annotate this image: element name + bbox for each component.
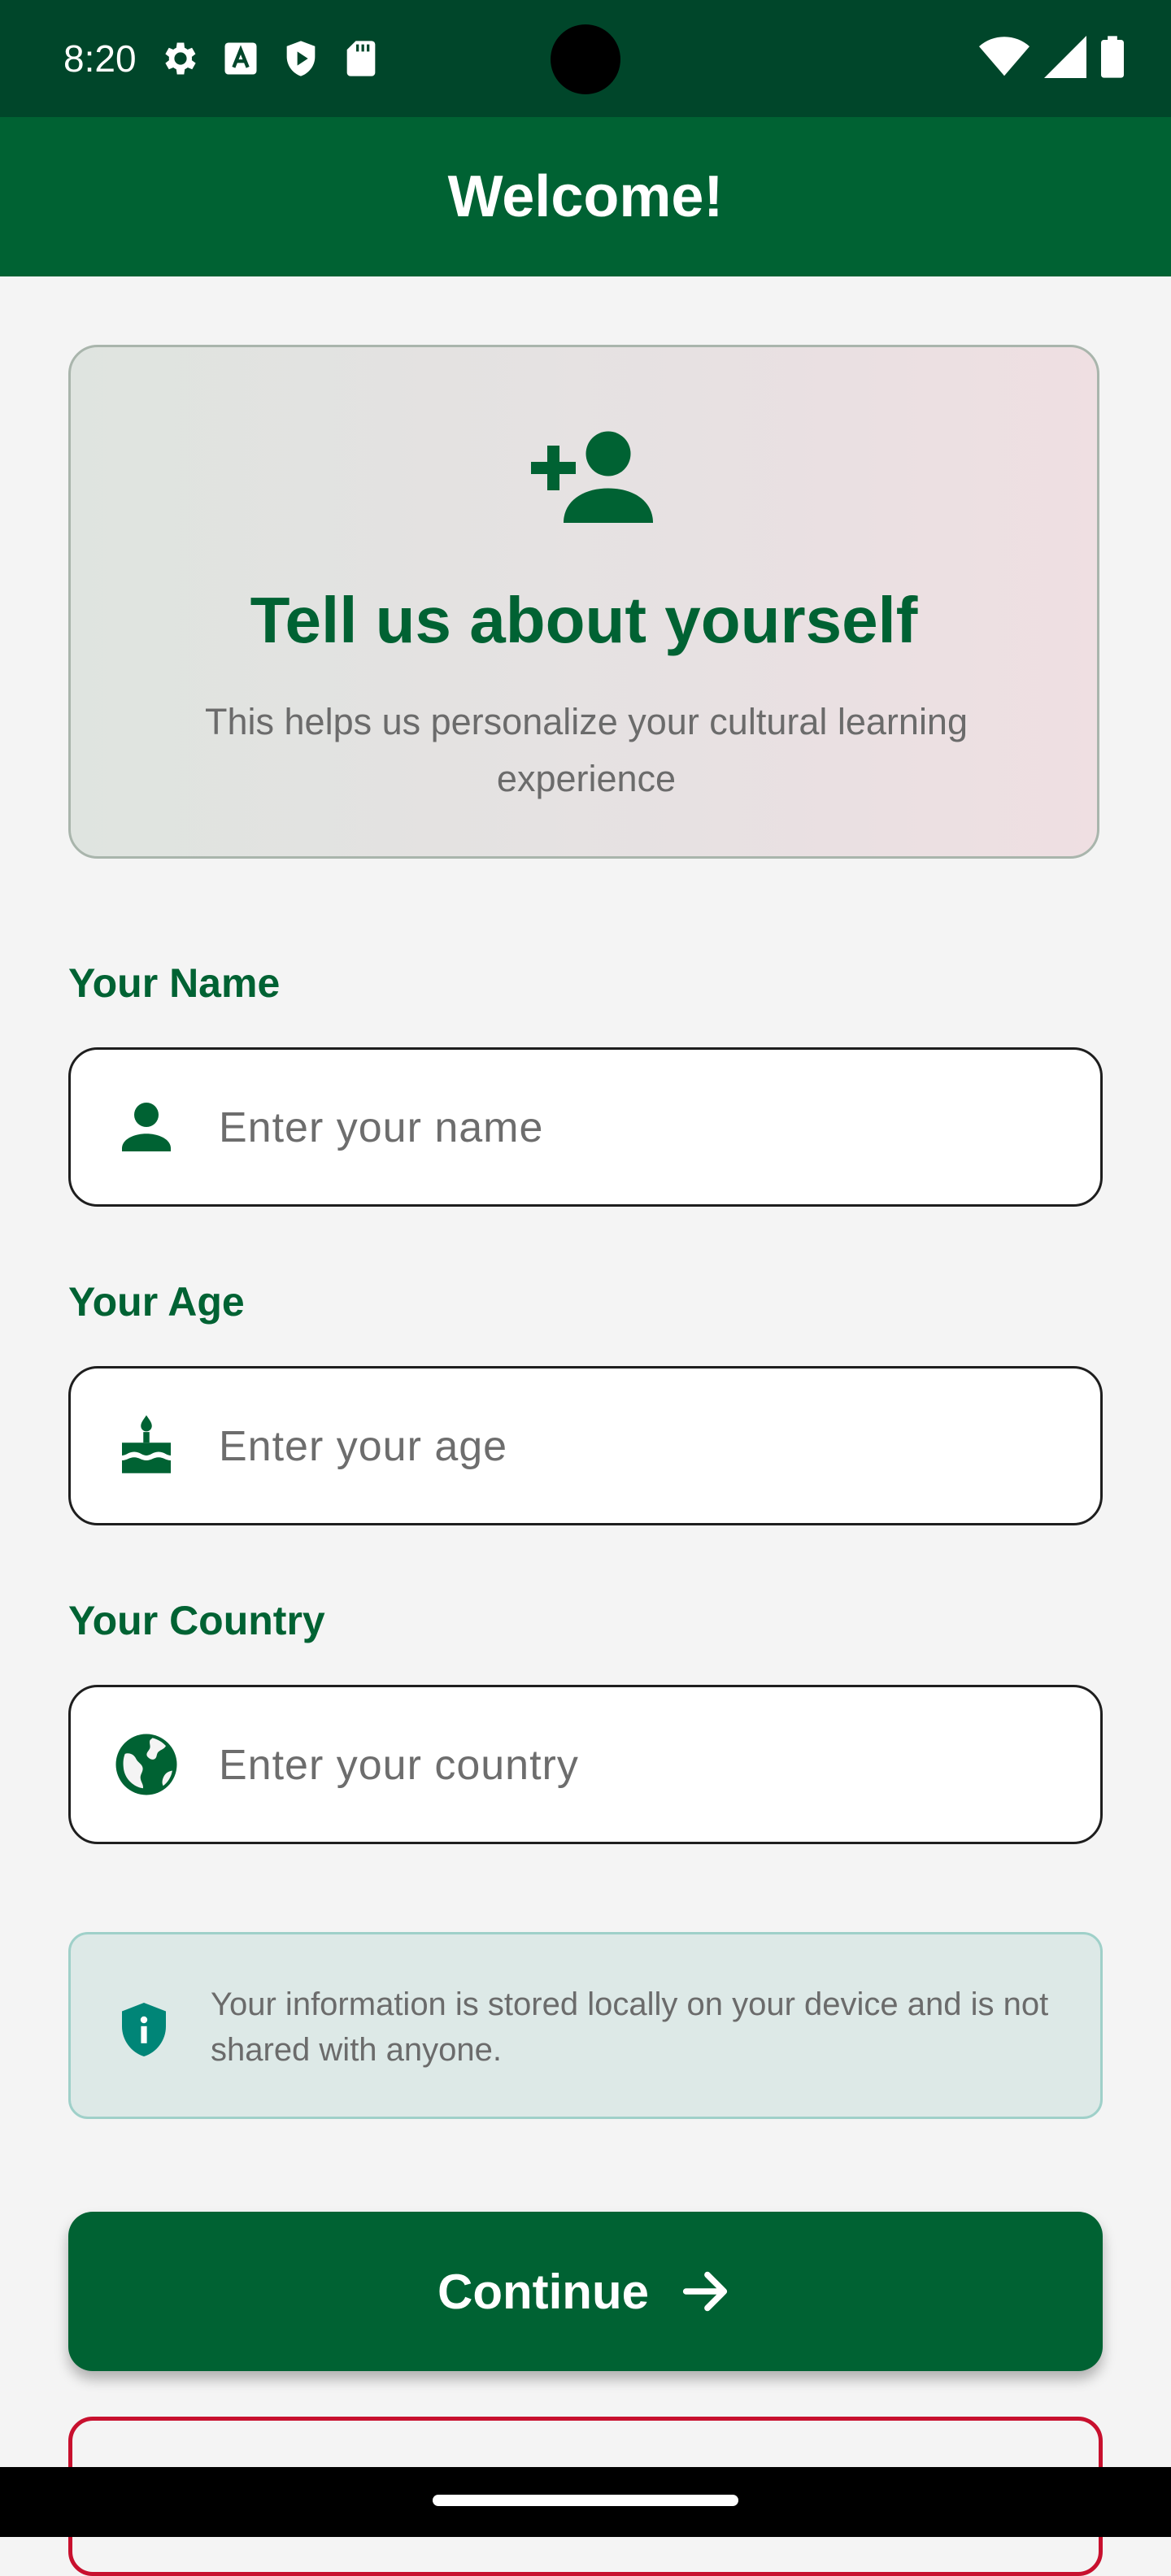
hero-title: Tell us about yourself xyxy=(250,584,918,656)
globe-icon xyxy=(115,1734,177,1795)
age-field[interactable] xyxy=(68,1366,1103,1525)
age-input[interactable] xyxy=(217,1401,1066,1492)
cake-icon xyxy=(122,1415,171,1473)
battery-icon xyxy=(1101,36,1124,78)
name-field[interactable] xyxy=(68,1047,1103,1207)
home-indicator[interactable] xyxy=(433,2495,738,2506)
person-add-icon xyxy=(531,431,653,523)
hero-subtitle: This helps us personalize your cultural … xyxy=(205,701,968,799)
sd-card-icon xyxy=(346,41,376,76)
country-label: Your Country xyxy=(68,1598,325,1643)
privacy-text: Your information is stored locally on yo… xyxy=(211,1986,1049,2068)
privacy-notice: Your information is stored locally on yo… xyxy=(68,1932,1103,2119)
person-icon xyxy=(122,1103,171,1151)
navigation-bar xyxy=(0,2467,1171,2537)
country-field[interactable] xyxy=(68,1685,1103,1844)
shield-play-icon xyxy=(286,41,316,76)
shield-info-icon xyxy=(122,2003,166,2056)
app-bar: Welcome! xyxy=(0,117,1171,276)
country-input[interactable] xyxy=(217,1720,1066,1811)
font-a-icon xyxy=(224,42,257,75)
status-time: 8:20 xyxy=(63,37,137,80)
age-label: Your Age xyxy=(68,1279,245,1325)
settings-icon xyxy=(165,42,196,75)
page-title: Welcome! xyxy=(447,164,724,229)
status-icons-left xyxy=(159,37,382,80)
status-bar: 8:20 xyxy=(0,0,1171,117)
camera-cutout xyxy=(551,24,620,94)
cellular-signal-icon xyxy=(1044,36,1086,78)
status-icons-right xyxy=(979,36,1124,78)
wifi-icon xyxy=(979,37,1030,76)
name-label: Your Name xyxy=(68,960,281,1006)
continue-button[interactable]: Continue xyxy=(68,2212,1103,2371)
arrow-right-icon xyxy=(682,2271,728,2312)
name-input[interactable] xyxy=(217,1082,1066,1173)
intro-card: Tell us about yourself This helps us per… xyxy=(68,345,1099,859)
continue-label: Continue xyxy=(437,2264,649,2319)
